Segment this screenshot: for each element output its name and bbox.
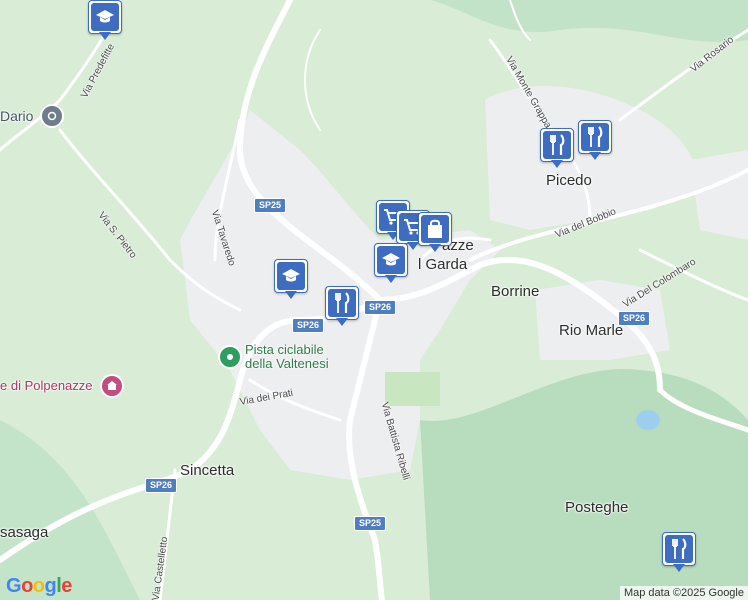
map-attribution[interactable]: Map data ©2025 Google — [619, 586, 748, 600]
road-shield-sp25: SP25 — [254, 198, 287, 213]
school-icon[interactable] — [374, 243, 408, 285]
school-icon[interactable] — [274, 259, 308, 301]
place-borrine: Borrine — [491, 283, 540, 300]
road-shield-sp26: SP26 — [292, 318, 325, 333]
place-sasaga: sasaga — [0, 524, 49, 541]
road-shield-sp26: SP26 — [618, 311, 651, 326]
poi-dario[interactable]: Dario — [0, 108, 33, 124]
place-rio-marle: Rio Marle — [559, 322, 624, 339]
restaurant-icon[interactable] — [325, 286, 359, 328]
road-shield-sp26: SP26 — [364, 300, 397, 315]
restaurant-icon[interactable] — [540, 128, 574, 170]
place-icon[interactable] — [40, 104, 64, 128]
place-posteghe: Posteghe — [565, 499, 629, 516]
restaurant-icon[interactable] — [578, 120, 612, 162]
school-icon[interactable] — [88, 0, 122, 42]
road-shield-sp26: SP26 — [145, 478, 178, 493]
place-sincetta: Sincetta — [180, 462, 235, 479]
map-view[interactable]: Picedo Borrine Rio Marle Sincetta Posteg… — [0, 0, 748, 600]
poi-polpenazze[interactable]: e di Polpenazze — [0, 378, 93, 393]
shopping-bag-icon[interactable] — [418, 212, 452, 254]
poi-pista-ciclabile[interactable]: Pista ciclabile della Valtenesi — [245, 343, 329, 371]
park-icon[interactable] — [218, 345, 242, 369]
museum-icon[interactable] — [100, 374, 124, 398]
google-logo: Google — [6, 575, 72, 597]
restaurant-icon[interactable] — [662, 532, 696, 574]
place-picedo: Picedo — [546, 172, 592, 189]
road-shield-sp25: SP25 — [354, 516, 387, 531]
place-polpenazze-2: l Garda — [418, 256, 468, 273]
